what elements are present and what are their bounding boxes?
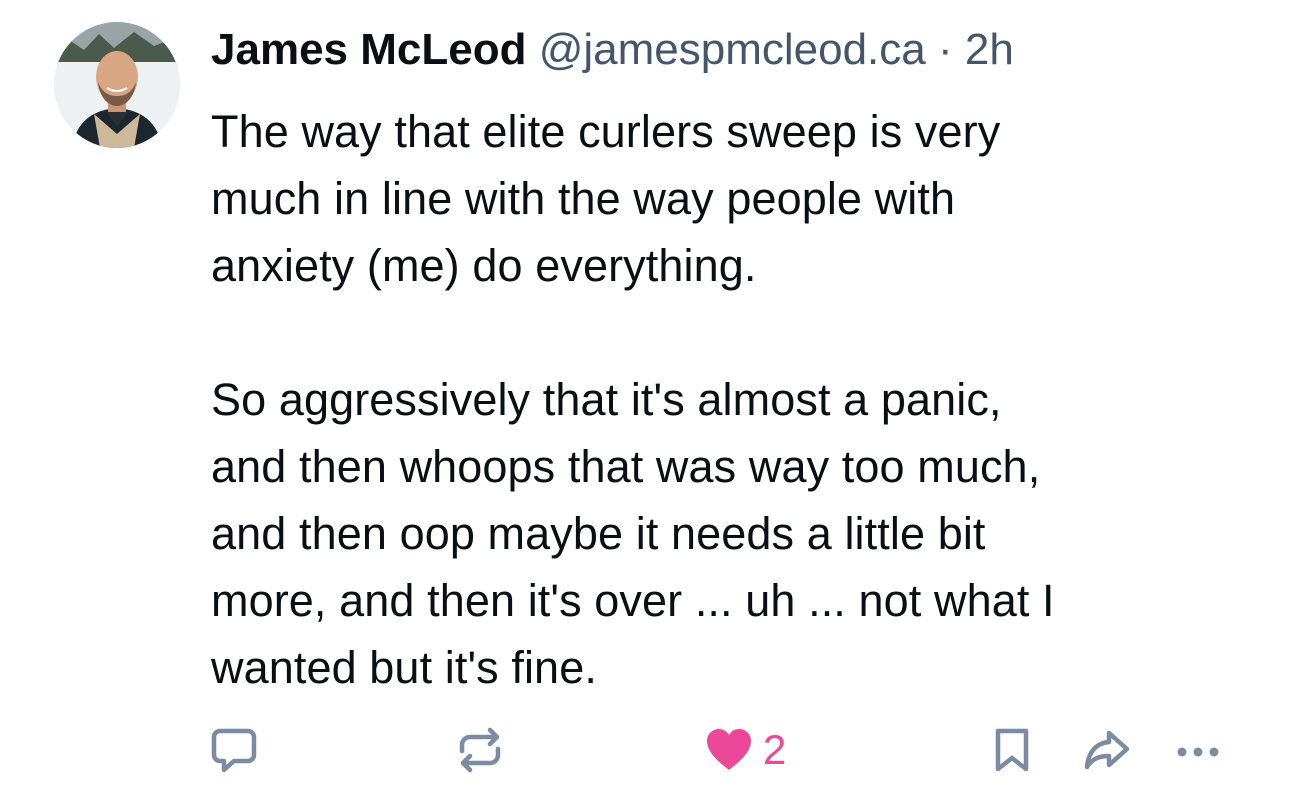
author-avatar[interactable]	[54, 22, 180, 148]
like-count: 2	[763, 726, 787, 773]
repost-icon	[459, 727, 501, 773]
heart-icon	[707, 729, 751, 770]
avatar-photo	[54, 22, 180, 148]
author-handle[interactable]: @jamespmcleod.ca	[539, 25, 926, 74]
post-header: James McLeod @jamespmcleod.ca · 2h	[211, 22, 1014, 78]
bookmark-button[interactable]	[992, 718, 1032, 782]
post-text: The way that elite curlers sweep is very…	[211, 106, 1055, 693]
share-icon	[1084, 730, 1130, 770]
author-display-name[interactable]: James McLeod	[211, 25, 526, 74]
header-separator: ·	[937, 25, 953, 74]
post-actions-bar: 2	[0, 718, 1290, 782]
more-icon	[1177, 747, 1219, 757]
like-button[interactable]: 2	[703, 718, 786, 782]
share-button[interactable]	[1082, 718, 1132, 782]
more-options-button[interactable]	[1172, 718, 1228, 782]
reply-icon	[211, 728, 257, 773]
repost-button[interactable]	[456, 718, 504, 782]
reply-button[interactable]	[210, 718, 258, 782]
bookmark-icon	[995, 728, 1029, 772]
post-timestamp[interactable]: 2h	[965, 25, 1014, 74]
